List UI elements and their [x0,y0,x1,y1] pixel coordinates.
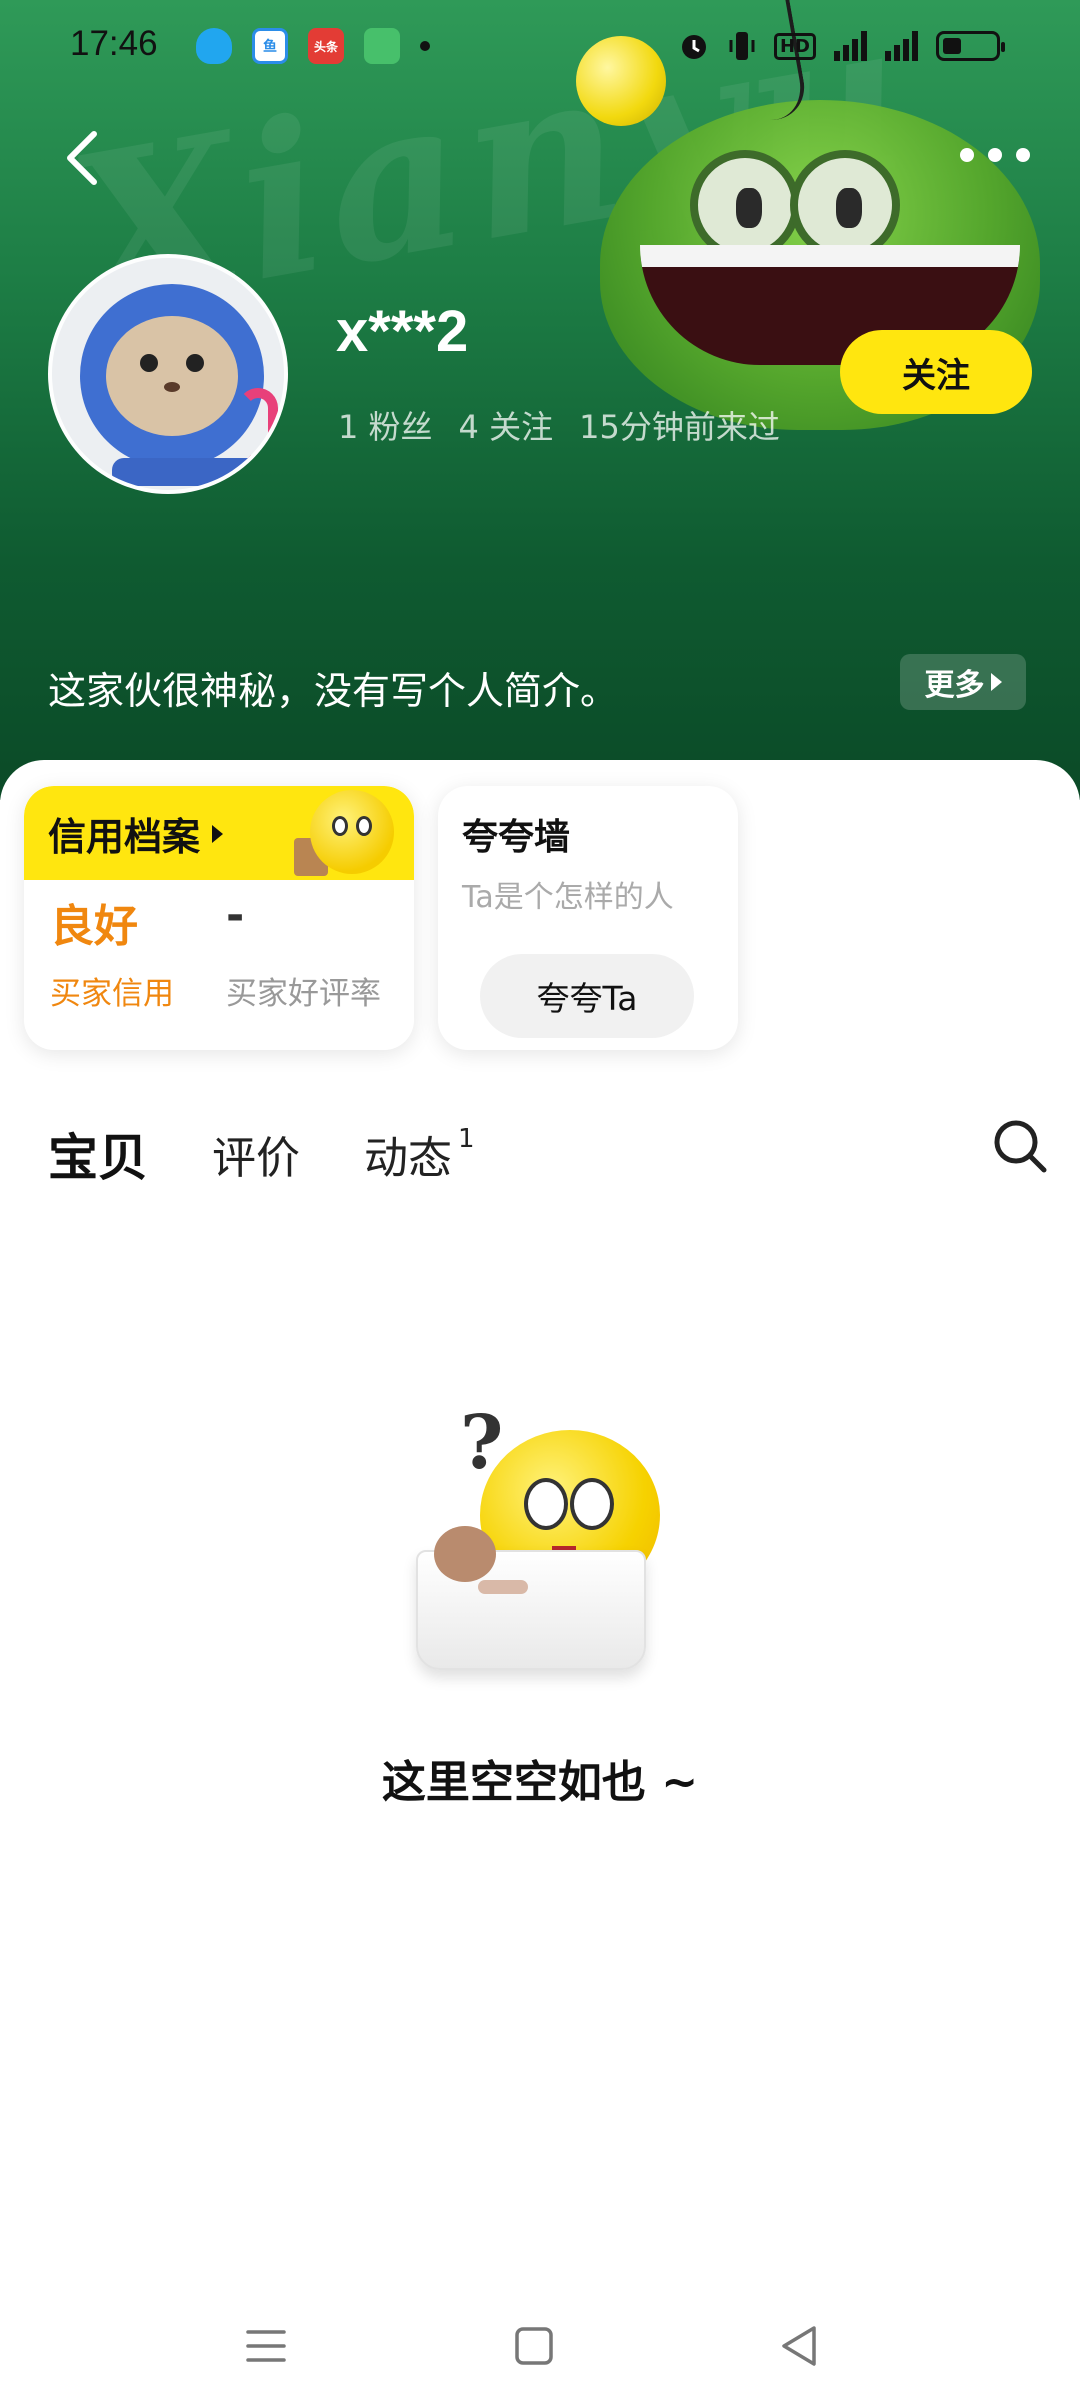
vibrate-icon [729,32,755,60]
mascot-eye-right [790,150,900,260]
more-dot-icon [960,148,974,162]
toutiao-icon: 头条 [308,28,344,64]
system-icons: HD [678,30,1005,62]
home-button[interactable] [504,2316,564,2376]
empty-state-illustration: ? [400,1400,690,1670]
tab-items[interactable]: 宝贝 [46,1118,150,1190]
system-nav-bar [0,2288,1080,2408]
search-button[interactable] [990,1116,1050,1176]
fans-count[interactable]: 1 粉丝 [338,402,433,448]
praise-wall-card[interactable]: 夸夸墙 Ta是个怎样的人 夸夸Ta [438,786,738,1050]
more-dot-icon [988,148,1002,162]
praise-button[interactable]: 夸夸Ta [480,954,694,1038]
recent-apps-button[interactable] [236,2316,296,2376]
notification-icons: 鱼 头条 [196,28,430,64]
message-icon [364,28,400,64]
more-options-button[interactable] [960,135,1030,175]
triangle-back-icon [782,2326,816,2366]
moments-badge: 1 [458,1124,475,1154]
more-dot-icon [1016,148,1030,162]
hd-voice-icon: HD [773,32,816,60]
tab-moments[interactable]: 动态 1 [364,1118,475,1190]
signal-icon-2 [885,31,918,61]
signal-icon-1 [834,31,867,61]
last-seen: 15分钟前来过 [579,408,780,446]
status-time: 17:46 [70,24,158,63]
more-notifications-dot [420,41,430,51]
profile-header: Xianyu 17:46 鱼 头条 HD x***2 1 粉丝 4 关注 15分… [0,0,1080,800]
caret-right-icon [990,673,1002,691]
status-bar: 17:46 鱼 头条 HD [0,0,1080,96]
praise-wall-subtitle: Ta是个怎样的人 [462,880,674,915]
qq-icon [196,28,232,64]
username: x***2 [336,299,469,364]
bio-text: 这家伙很神秘，没有写个人简介。 [48,669,619,713]
battery-icon [936,31,1005,61]
back-button[interactable] [52,128,112,188]
empty-state-text: 这里空空如也 ~ [381,1757,699,1808]
avatar[interactable] [48,254,288,494]
bio-more-label: 更多 [924,668,985,703]
credit-profile-title: 信用档案 [48,806,224,861]
credit-mascot-icon [290,786,400,880]
profile-stats: 1 粉丝 4 关注 15分钟前来过 [338,402,780,448]
alarm-icon [681,35,706,59]
system-back-button[interactable] [770,2316,830,2376]
square-icon [515,2327,553,2365]
search-icon [994,1120,1047,1173]
good-rate-value: - [226,890,245,941]
mascot-eye-left [690,150,800,260]
follow-button[interactable]: 关注 [840,330,1032,414]
good-rate-label: 买家好评率 [226,976,381,1012]
tab-reviews[interactable]: 评价 [212,1118,300,1190]
bio-more-button[interactable]: 更多 [900,654,1026,710]
otter-mascot [434,1526,496,1582]
praise-wall-title: 夸夸墙 [462,817,571,858]
chevron-left-icon [67,131,97,185]
xianyu-icon: 鱼 [252,28,288,64]
buyer-credit-value: 良好 [50,901,138,952]
profile-content: 信用档案 良好 买家信用 - 买家好评率 夸夸墙 Ta是个怎样的人 夸夸Ta 宝… [0,760,1080,2408]
credit-profile-card[interactable]: 信用档案 良好 买家信用 - 买家好评率 [24,786,414,1050]
profile-tabs: 宝贝 评价 动态 1 [46,1110,539,1190]
caret-right-icon [212,824,224,843]
buyer-credit-label: 买家信用 [50,976,174,1012]
menu-icon [246,2330,286,2362]
following-count[interactable]: 4 关注 [459,402,554,448]
